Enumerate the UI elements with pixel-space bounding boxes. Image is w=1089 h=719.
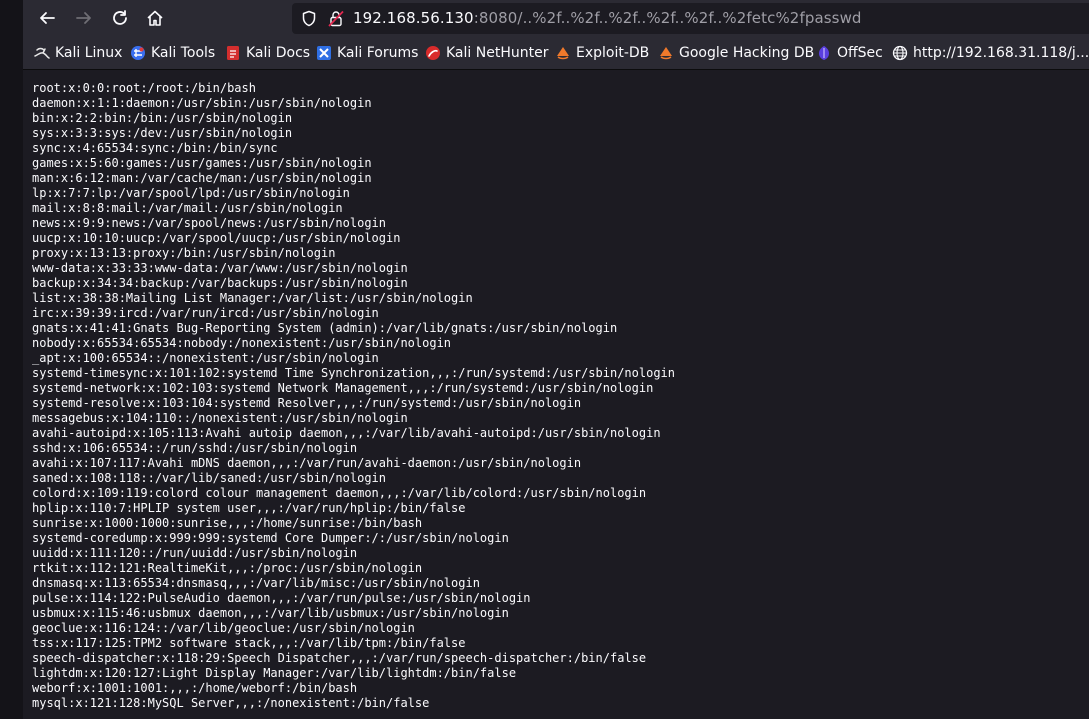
reload-button[interactable] xyxy=(106,4,134,32)
bookmark-kali-linux[interactable]: Kali Linux xyxy=(34,37,122,69)
home-icon xyxy=(146,9,164,27)
back-button[interactable] xyxy=(33,4,61,32)
kali-dragon-icon xyxy=(34,45,50,61)
offsec-icon xyxy=(816,45,832,61)
bookmark-label: Kali NetHunter xyxy=(446,45,549,61)
exploit-db-icon xyxy=(555,45,571,61)
bookmark-label: Kali Linux xyxy=(55,45,123,61)
bookmark-label: http://192.168.31.118/j... xyxy=(913,45,1089,61)
ghdb-icon xyxy=(658,45,674,61)
url-path: :8080/..%2f..%2f..%2f..%2f..%2f..%2fetc%… xyxy=(473,9,862,27)
bookmark-exploit-db[interactable]: Exploit-DB xyxy=(555,37,649,69)
passwd-file-text: root:x:0:0:root:/root:/bin/bash daemon:x… xyxy=(32,81,675,710)
kali-tools-icon xyxy=(130,45,146,61)
bookmark-http-192-168-31-118[interactable]: http://192.168.31.118/j... xyxy=(892,37,1089,69)
bookmarks-toolbar: Kali Linux Kali Tools Kali Docs Kali For… xyxy=(23,37,1089,70)
bookmark-offsec[interactable]: OffSec xyxy=(816,37,883,69)
bookmark-label: Kali Forums xyxy=(337,45,419,61)
shield-icon[interactable] xyxy=(301,10,317,31)
bookmark-label: Exploit-DB xyxy=(576,45,650,61)
kali-forums-icon xyxy=(316,45,332,61)
bookmark-label: OffSec xyxy=(837,45,883,61)
reload-icon xyxy=(111,9,129,27)
bookmark-kali-tools[interactable]: Kali Tools xyxy=(130,37,215,69)
nethunter-icon xyxy=(425,45,441,61)
bookmark-kali-docs[interactable]: Kali Docs xyxy=(225,37,310,69)
bookmark-google-hacking-db[interactable]: Google Hacking DB xyxy=(658,37,814,69)
url-text[interactable]: 192.168.56.130:8080/..%2f..%2f..%2f..%2f… xyxy=(353,3,862,34)
bookmark-kali-nethunter[interactable]: Kali NetHunter xyxy=(425,37,548,69)
bookmark-kali-forums[interactable]: Kali Forums xyxy=(316,37,418,69)
window-edge xyxy=(0,0,23,719)
navigation-toolbar: 192.168.56.130:8080/..%2f..%2f..%2f..%2f… xyxy=(23,0,1089,37)
bookmark-label: Kali Docs xyxy=(246,45,311,61)
globe-icon xyxy=(892,45,908,61)
back-arrow-icon xyxy=(38,9,56,27)
page-content: root:x:0:0:root:/root:/bin/bash daemon:x… xyxy=(23,70,1089,719)
forward-arrow-icon xyxy=(75,9,93,27)
url-host: 192.168.56.130 xyxy=(353,9,474,27)
kali-docs-icon xyxy=(225,45,241,61)
address-bar[interactable]: 192.168.56.130:8080/..%2f..%2f..%2f..%2f… xyxy=(292,3,1089,34)
bookmark-label: Google Hacking DB xyxy=(679,45,815,61)
bookmark-label: Kali Tools xyxy=(151,45,216,61)
lock-warning-icon[interactable] xyxy=(328,10,344,31)
home-button[interactable] xyxy=(141,4,169,32)
forward-button[interactable] xyxy=(70,4,98,32)
